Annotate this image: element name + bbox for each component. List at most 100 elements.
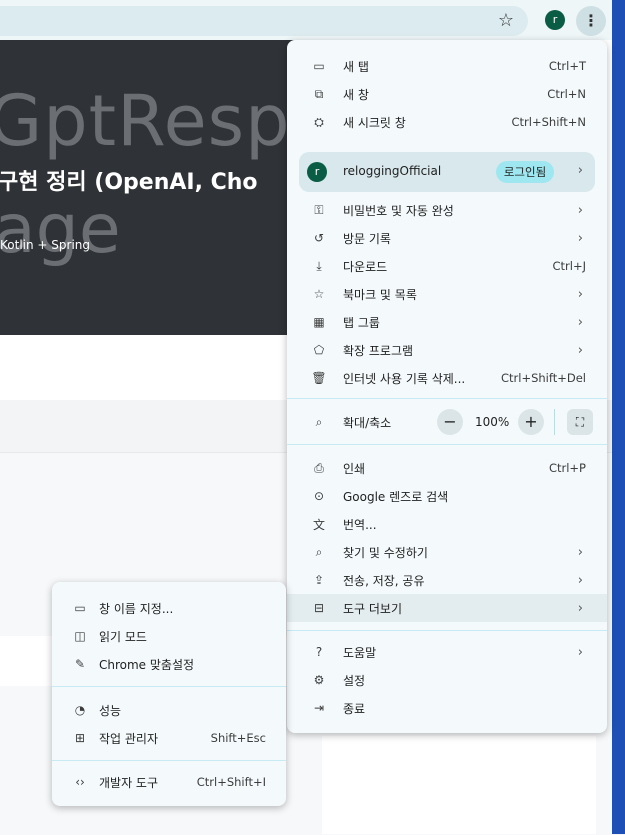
new-tab-icon: ▭ [313,59,325,73]
history-icon: ↺ [313,231,325,245]
grid-icon: ▦ [313,315,325,329]
submenu-item-devtools[interactable]: ‹› 개발자 도구 Ctrl+Shift+I [52,768,286,796]
menu-item-shortcut: Ctrl+Shift+Del [501,371,586,385]
chevron-right-icon: › [577,644,583,660]
menu-item-exit[interactable]: ⇥ 종료 [287,694,607,722]
puzzle-icon: ⬠ [313,343,325,357]
profile-avatar: r [307,162,327,182]
chevron-right-icon: › [577,163,583,178]
menu-item-shortcut: Ctrl+J [552,259,587,273]
kebab-icon[interactable]: ⋮ [576,6,606,36]
submenu-item-name-window[interactable]: ▭ 창 이름 지정... [52,594,286,622]
menu-item-label: Chrome 맞춤설정 [99,657,195,672]
zoom-level: 100% [475,415,510,429]
menu-item-shortcut: Ctrl+N [547,87,586,101]
download-icon: ⤓ [316,258,322,273]
exit-icon: ⇥ [313,701,325,715]
zoom-divider [554,409,555,435]
zoom-in-button[interactable]: + [518,409,544,435]
submenu-item-reading-mode[interactable]: ◫ 읽기 모드 [52,622,286,650]
signed-in-badge: 로그인됨 [496,161,554,183]
menu-item-label: 작업 관리자 [99,731,159,746]
profile-avatar[interactable]: r [545,10,565,30]
profile-row[interactable]: r reloggingOfficial 로그인됨 › [299,152,595,192]
menu-item-label: 다운로드 [343,259,388,274]
chevron-right-icon: › [577,572,583,588]
menu-item-history[interactable]: ↺ 방문 기록 › [287,224,607,252]
menu-item-print[interactable]: ⎙ 인쇄 Ctrl+P [287,454,607,482]
chevron-right-icon: › [577,342,583,358]
hero-banner: GptRespo age 구현 정리 (OpenAI, Cho Kotlin +… [0,40,300,335]
chevron-right-icon: › [577,230,583,246]
menu-item-new-tab[interactable]: ▭ 새 탭 Ctrl+T [287,52,607,80]
trash-icon: 🗑 [311,371,327,385]
submenu-item-task-manager[interactable]: ⊞ 작업 관리자 Shift+Esc [52,724,286,752]
menu-item-bookmarks[interactable]: ☆ 북마크 및 목록 › [287,280,607,308]
menu-item-help[interactable]: ? 도움말 › [287,638,607,666]
submenu-item-customize-chrome[interactable]: ✎ Chrome 맞춤설정 [52,650,286,678]
task-manager-icon: ⊞ [74,731,86,745]
menu-divider [287,444,607,445]
menu-item-label: 설정 [343,673,366,688]
menu-item-find[interactable]: ⌕ 찾기 및 수정하기 › [287,538,607,566]
menu-item-tab-groups[interactable]: ▦ 탭 그룹 › [287,308,607,336]
menu-item-label: 번역... [343,517,377,532]
address-bar[interactable] [0,6,528,36]
zoom-out-button[interactable]: − [437,409,463,435]
browser-toolbar: ☆ r ⋮ [0,0,612,40]
more-tools-submenu: ▭ 창 이름 지정... ◫ 읽기 모드 ✎ Chrome 맞춤설정 ◔ 성능 … [52,582,286,806]
menu-item-label: 창 이름 지정... [99,601,174,616]
submenu-item-performance[interactable]: ◔ 성능 [52,696,286,724]
menu-item-zoom: ⌕ 확대/축소 − 100% + ⛶ [287,408,607,436]
menu-item-settings[interactable]: ⚙ 설정 [287,666,607,694]
window-icon: ▭ [74,601,86,615]
printer-icon: ⎙ [314,460,324,475]
menu-item-google-lens[interactable]: ⊙ Google 렌즈로 검색 [287,482,607,510]
translate-icon: 文 [312,517,325,532]
menu-item-label: 방문 기록 [343,231,391,246]
menu-item-new-window[interactable]: ⧉ 새 창 Ctrl+N [287,80,607,108]
chevron-right-icon: › [577,314,583,330]
menu-item-shortcut: Ctrl+P [548,461,586,475]
zoom-icon: ⌕ [315,414,323,429]
menu-item-passwords[interactable]: ⚿ 비밀번호 및 자동 완성 › [287,196,607,224]
menu-item-downloads[interactable]: ⤓ 다운로드 Ctrl+J [287,252,607,280]
star-icon[interactable]: ☆ [494,9,518,33]
menu-item-label: 새 창 [343,87,369,102]
hero-bg-text-bottom: age [0,190,121,269]
toolbox-icon: ⊟ [313,601,325,615]
desktop-edge [612,0,625,834]
find-icon: ⌕ [315,544,323,559]
menu-item-translate[interactable]: 文 번역... [287,510,607,538]
profile-name: reloggingOfficial [343,164,442,178]
menu-item-more-tools[interactable]: ⊟ 도구 더보기 › [287,594,607,622]
menu-item-shortcut: Shift+Esc [210,731,266,745]
menu-item-label: 성능 [99,703,122,718]
menu-item-cast-save-share[interactable]: ⇪ 전송, 저장, 공유 › [287,566,607,594]
menu-item-shortcut: Ctrl+Shift+N [511,115,586,129]
menu-item-clear-data[interactable]: 🗑 인터넷 사용 기록 삭제... Ctrl+Shift+Del [287,364,607,392]
menu-item-label: 개발자 도구 [99,775,159,790]
share-icon: ⇪ [313,573,325,587]
menu-divider [52,760,286,761]
menu-item-label: 인터넷 사용 기록 삭제... [343,371,466,386]
chevron-right-icon: › [577,600,583,616]
menu-item-shortcut: Ctrl+T [548,59,586,73]
hero-subtitle: Kotlin + Spring [0,238,90,252]
fullscreen-icon[interactable]: ⛶ [567,409,593,435]
menu-item-incognito[interactable]: ⛭ 새 시크릿 창 Ctrl+Shift+N [287,108,607,136]
incognito-icon: ⛭ [314,114,324,129]
menu-item-label: 확대/축소 [343,415,392,430]
code-icon: ‹› [75,775,85,789]
menu-divider [52,686,286,687]
chrome-menu: ▭ 새 탭 Ctrl+T ⧉ 새 창 Ctrl+N ⛭ 새 시크릿 창 Ctrl… [287,40,607,733]
chevron-right-icon: › [577,544,583,560]
menu-item-label: 도구 더보기 [343,601,403,616]
menu-item-label: 북마크 및 목록 [343,287,417,302]
menu-divider [287,630,607,631]
menu-item-extensions[interactable]: ⬠ 확장 프로그램 › [287,336,607,364]
hero-title: 구현 정리 (OpenAI, Cho [0,170,258,195]
new-window-icon: ⧉ [314,86,324,101]
pen-icon: ✎ [74,657,86,671]
chevron-right-icon: › [577,202,583,218]
